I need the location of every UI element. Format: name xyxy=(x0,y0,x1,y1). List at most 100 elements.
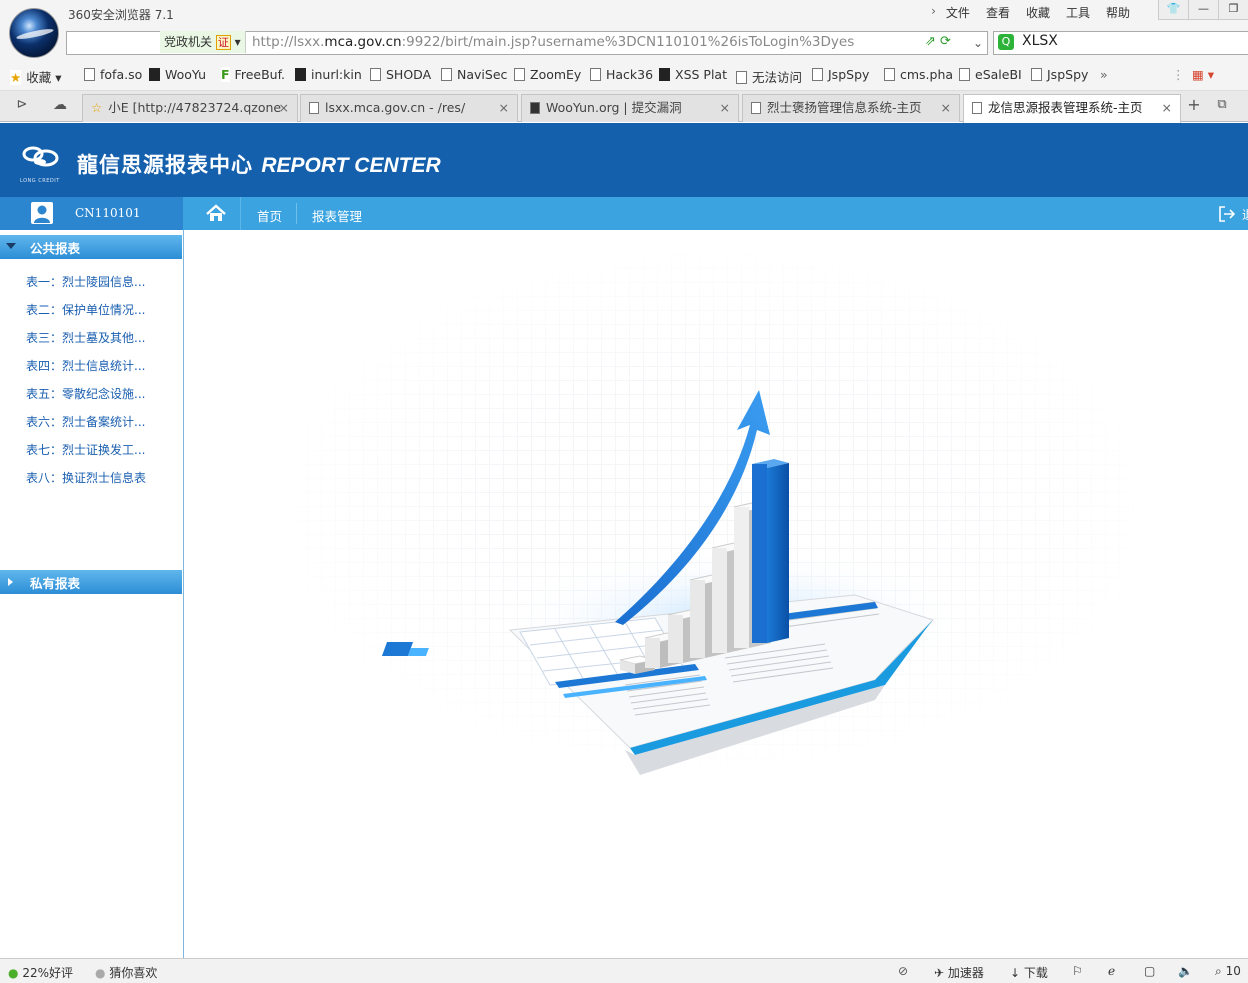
close-icon[interactable]: × xyxy=(279,95,289,121)
separator-icon: ⋮ xyxy=(1172,67,1185,82)
report-link-5[interactable]: 表五：零散纪念设施... xyxy=(26,385,145,402)
report-link-3[interactable]: 表三：烈士墓及其他... xyxy=(26,329,145,346)
page-icon xyxy=(370,68,381,81)
bookmark-label: fofa.so xyxy=(100,67,143,82)
nav-report-manage[interactable]: 报表管理 xyxy=(312,206,362,225)
minimize-button[interactable]: — xyxy=(1188,0,1218,20)
bookmark-item[interactable]: fofa.so xyxy=(84,67,142,82)
bookmark-label: 无法访问 xyxy=(752,70,803,85)
chevron-right-icon[interactable]: › xyxy=(931,4,936,21)
brand-name-en: REPORT CENTER xyxy=(261,154,441,177)
bookmark-label: cms.pha xyxy=(900,67,954,82)
new-tab-icon[interactable]: + xyxy=(1182,94,1206,118)
report-link-8[interactable]: 表八：换证烈士信息表 xyxy=(26,469,146,486)
gov-badge[interactable]: 党政机关 证 ▾ xyxy=(160,31,246,53)
browser-logo[interactable] xyxy=(9,8,59,58)
bookmark-item[interactable]: JspSpy xyxy=(812,67,869,82)
search-icon[interactable]: Q xyxy=(998,34,1014,50)
bookmark-item[interactable]: Hack36 xyxy=(590,67,653,82)
menu-file[interactable]: 文件 xyxy=(946,4,970,21)
bookmark-favorites[interactable]: ★ 收藏 ▾ xyxy=(10,67,61,86)
speed-icon[interactable]: ⊘ xyxy=(898,964,908,978)
bookmark-item[interactable]: 无法访问 xyxy=(736,67,802,86)
bookmark-item[interactable]: cms.pha xyxy=(884,67,953,82)
leaf-icon: ● xyxy=(8,966,19,980)
tab-bar: ⊳ ☁ ☆ 小E [http://47823724.qzone × lsxx.mca… xyxy=(0,91,1248,123)
private-reports-header[interactable]: 私有报表 xyxy=(0,570,182,594)
page-header: LONG CREDIT 龍信思源报表中心 REPORT CENTER xyxy=(0,123,1248,197)
tab-res[interactable]: lsxx.mca.gov.cn - /res/ × xyxy=(300,94,518,122)
sidebar-toggle-icon[interactable]: ⊳ xyxy=(10,94,34,118)
menu-help[interactable]: 帮助 xyxy=(1106,4,1130,21)
guess-item[interactable]: ● 猜你喜欢 xyxy=(95,964,157,981)
share-icon[interactable]: ⇗ ⟳ xyxy=(925,34,951,49)
report-link-1[interactable]: 表一：烈士陵园信息... xyxy=(26,273,145,290)
menu-tools[interactable]: 工具 xyxy=(1066,4,1090,21)
page-icon xyxy=(812,68,823,81)
collapse-icon xyxy=(6,243,16,249)
rating-item[interactable]: ● 22%好评 xyxy=(8,964,73,981)
tab-wooyun[interactable]: WooYun.org | 提交漏洞 × xyxy=(521,94,739,122)
bookmark-item[interactable]: JspSpy xyxy=(1031,67,1088,82)
bookmark-bar: ★ 收藏 ▾ fofa.so WooYu F FreeBuf. inurl:kin … xyxy=(0,59,1248,91)
volume-icon[interactable]: 🔈 xyxy=(1178,964,1193,978)
restore-button[interactable]: ❐ xyxy=(1218,0,1248,20)
page-icon xyxy=(736,71,747,84)
more-bookmarks-icon[interactable]: » xyxy=(1100,67,1108,82)
private-reports-title: 私有报表 xyxy=(30,576,81,591)
tab-list-icon[interactable]: ⧉ xyxy=(1210,94,1234,118)
page-icon xyxy=(972,102,982,114)
accelerator-item[interactable]: ✈ 加速器 xyxy=(934,964,984,981)
tab-lieshi[interactable]: 烈士褒扬管理信息系统-主页 × xyxy=(742,94,960,122)
browser-menu: › 文件 查看 收藏 工具 帮助 xyxy=(931,4,1130,21)
zoom-item[interactable]: ⌕ 10 xyxy=(1215,964,1241,979)
apps-icon[interactable]: ▦ ▾ xyxy=(1192,67,1214,82)
report-link-7[interactable]: 表七：烈士证换发工... xyxy=(26,441,145,458)
zoom-icon: ⌕ xyxy=(1215,964,1222,978)
close-icon[interactable]: × xyxy=(720,95,730,121)
logout-button[interactable]: 退 xyxy=(1218,203,1248,225)
tab-qzone[interactable]: ☆ 小E [http://47823724.qzone × xyxy=(82,94,298,122)
flag-icon[interactable]: ⚐ xyxy=(1072,964,1083,978)
close-icon[interactable]: × xyxy=(941,95,951,121)
gov-badge-label: 党政机关 xyxy=(164,35,213,49)
bookmark-item[interactable]: ZoomEy xyxy=(514,67,581,82)
close-icon[interactable]: × xyxy=(499,95,509,121)
bookmark-label: SHODA xyxy=(386,67,432,82)
report-link-6[interactable]: 表六：烈士备案统计... xyxy=(26,413,145,430)
ie-icon[interactable]: ℯ xyxy=(1108,964,1115,978)
cert-icon: 证 xyxy=(215,35,231,50)
cloud-icon[interactable]: ☁ xyxy=(48,94,72,118)
download-item[interactable]: ↓ 下载 xyxy=(1010,964,1048,981)
home-button[interactable] xyxy=(191,197,241,230)
page-icon xyxy=(514,68,525,81)
page-icon xyxy=(441,68,452,81)
bookmark-item[interactable]: eSaleBI xyxy=(959,67,1022,82)
bookmark-item[interactable]: inurl:kin xyxy=(295,67,362,82)
bookmark-item[interactable]: NaviSec xyxy=(441,67,507,82)
skin-icon[interactable]: 👕 xyxy=(1158,0,1188,20)
bookmark-item[interactable]: F FreeBuf. xyxy=(221,67,285,82)
bookmark-label: 收藏 xyxy=(26,70,52,85)
expand-icon xyxy=(8,578,13,586)
tab-report-center[interactable]: 龙信思源报表管理系统-主页 × xyxy=(963,94,1181,123)
page-icon xyxy=(884,68,895,81)
menu-view[interactable]: 查看 xyxy=(986,4,1010,21)
menu-favorites[interactable]: 收藏 xyxy=(1026,4,1050,21)
nav-home[interactable]: 首页 xyxy=(257,206,282,225)
bookmark-item[interactable]: XSS Plat xyxy=(659,67,727,82)
report-link-4[interactable]: 表四：烈士信息统计... xyxy=(26,357,145,374)
url-dropdown-icon[interactable]: ⌄ xyxy=(966,32,990,56)
tab-title: 龙信思源报表管理系统-主页 xyxy=(988,100,1143,115)
report-link-2[interactable]: 表二：保护单位情况... xyxy=(26,301,145,318)
bookmark-item[interactable]: SHODA xyxy=(370,67,431,82)
user-icon xyxy=(31,202,53,224)
search-query: XLSX xyxy=(1022,33,1058,49)
logout-icon xyxy=(1219,206,1236,222)
window-icon[interactable]: ▢ xyxy=(1144,964,1155,978)
brand-name-cn: 龍信思源报表中心 xyxy=(77,152,253,177)
public-reports-header[interactable]: 公共报表 xyxy=(0,235,182,259)
close-icon[interactable]: × xyxy=(1162,95,1172,121)
bookmark-item[interactable]: WooYu xyxy=(149,67,206,82)
bookmark-label: inurl:kin xyxy=(311,67,362,82)
